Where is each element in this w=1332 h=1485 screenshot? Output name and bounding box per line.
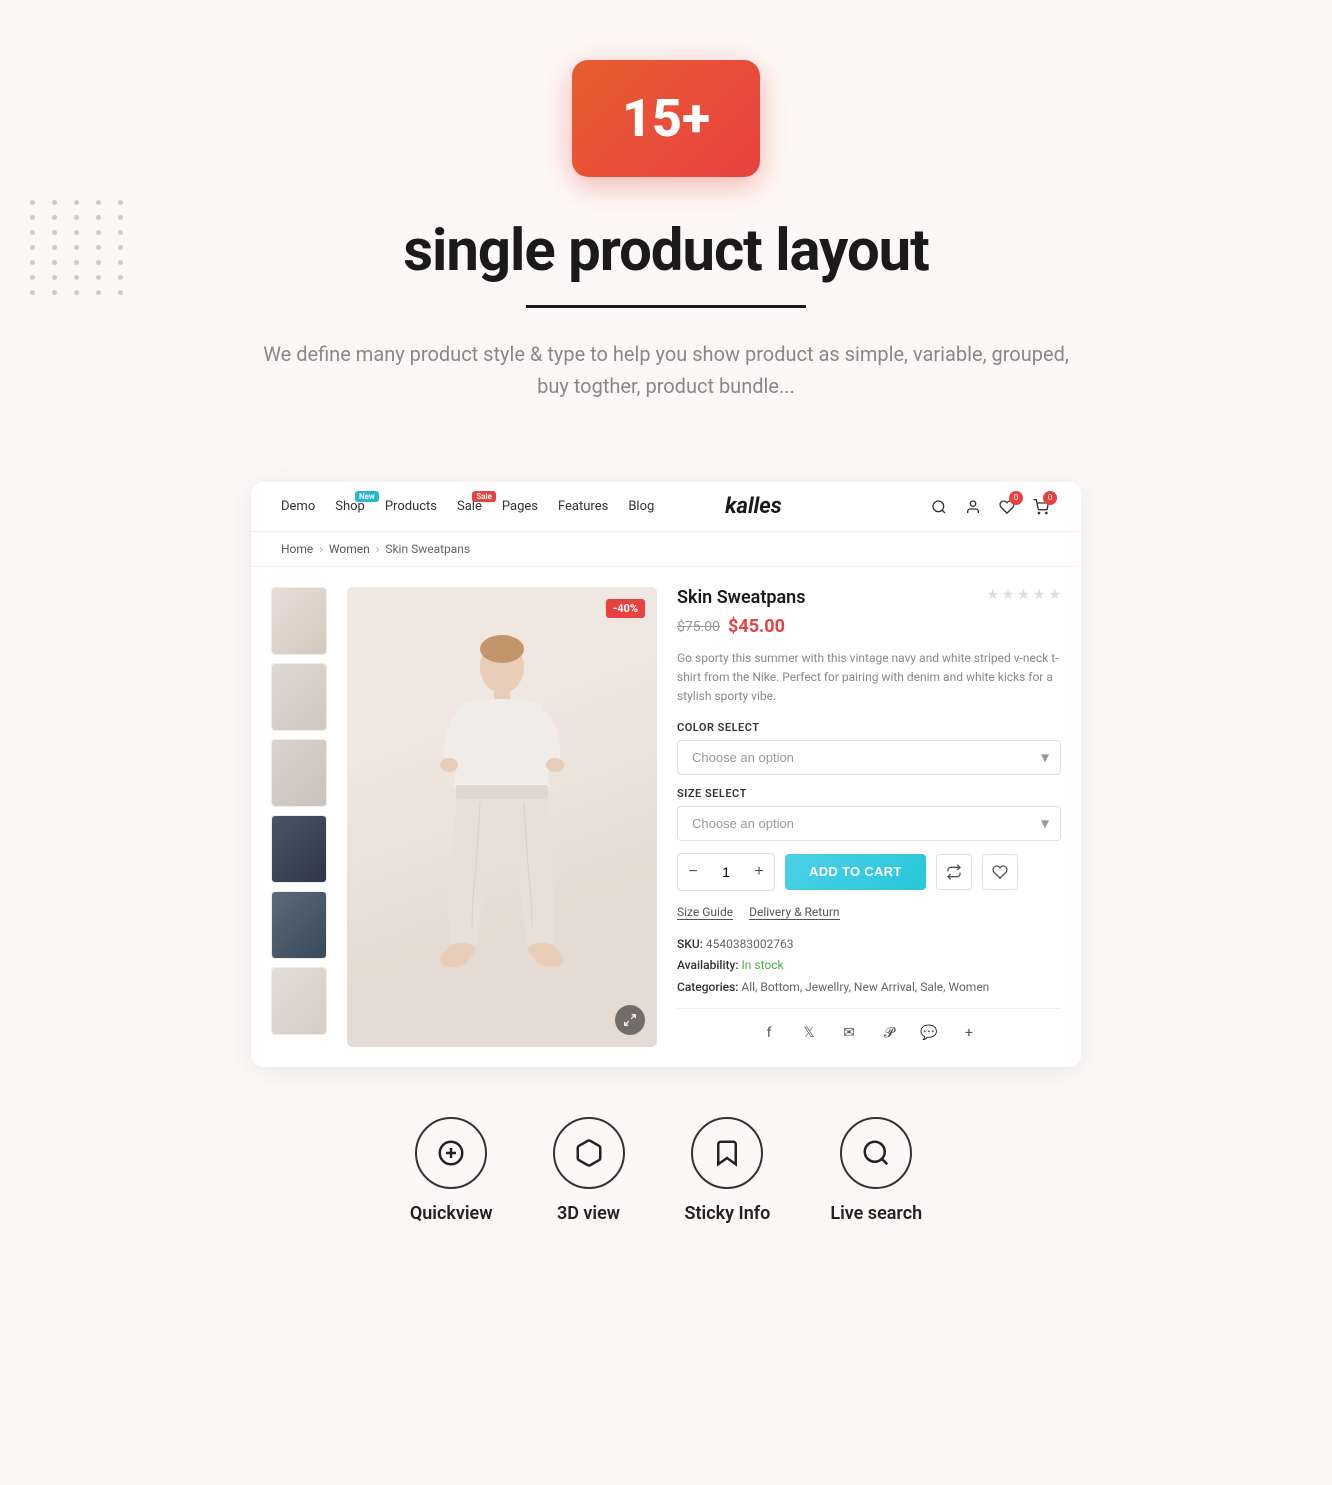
color-select[interactable]: Choose an option [677,740,1061,775]
categories-label: Categories: [677,980,738,994]
messenger-share[interactable]: 💬 [915,1019,943,1047]
availability-row: Availability: In stock [677,955,1061,977]
add-to-cart-button[interactable]: ADD TO CART [785,854,926,890]
hero-section: 15+ single product layout We define many… [0,0,1332,442]
sale-badge: Sale [472,491,496,502]
size-select-label: SIZE SELECT [677,787,1061,800]
nav-demo[interactable]: Demo [281,499,315,514]
sale-price: $45.00 [728,616,785,637]
email-share[interactable]: ✉ [835,1019,863,1047]
title-underline [526,305,806,308]
breadcrumb-sep-2: › [376,542,380,556]
wishlist-count: 0 [1009,491,1023,505]
thumbnail-2[interactable] [271,663,327,731]
product-meta: SKU: 4540383002763 Availability: In stoc… [677,934,1061,999]
quantity-control: − 1 + [677,853,775,891]
breadcrumb-home[interactable]: Home [281,542,313,556]
quickview-label: Quickview [410,1203,493,1224]
product-info-panel: Skin Sweatpans ★★★★★ $75.00 $45.00 Go sp… [677,587,1061,1047]
quantity-input[interactable]: 1 [708,864,744,880]
more-share[interactable]: + [955,1019,983,1047]
thumbnail-5[interactable] [271,891,327,959]
breadcrumb-sep-1: › [319,542,323,556]
categories-value: All, Bottom, Jewellry, New Arrival, Sale… [741,980,989,994]
3d-view-label: 3D view [557,1203,620,1224]
breadcrumb: Home › Women › Skin Sweatpans [251,532,1081,567]
nav-sale[interactable]: Sale Sale [457,499,482,514]
nav-products[interactable]: Products [385,499,437,514]
color-select-label: COLOR SELECT [677,721,1061,734]
product-thumbnails [271,587,327,1047]
product-image [347,587,657,1047]
quickview-icon[interactable] [415,1117,487,1189]
live-search-icon[interactable] [840,1117,912,1189]
facebook-share[interactable]: f [755,1019,783,1047]
feature-3d-view: 3D view [553,1117,625,1224]
nav-icons-group: 0 0 [853,497,1051,517]
account-icon[interactable] [963,497,983,517]
product-meta-links: Size Guide Delivery & Return [677,905,1061,920]
breadcrumb-current: Skin Sweatpans [385,542,470,556]
twitter-share[interactable]: 𝕏 [795,1019,823,1047]
delivery-return-link[interactable]: Delivery & Return [749,905,839,920]
wishlist-icon[interactable]: 0 [997,497,1017,517]
thumbnail-6[interactable] [271,967,327,1035]
breadcrumb-women[interactable]: Women [329,542,370,556]
size-guide-link[interactable]: Size Guide [677,905,733,920]
product-description: Go sporty this summer with this vintage … [677,649,1061,707]
sticky-info-label: Sticky Info [685,1203,771,1224]
sku-label: SKU: [677,937,703,951]
3d-view-icon[interactable] [553,1117,625,1189]
cart-icon[interactable]: 0 [1031,497,1051,517]
availability-label: Availability: [677,958,739,972]
thumbnail-3[interactable] [271,739,327,807]
product-main-image: -40% [347,587,657,1047]
feature-sticky-info: Sticky Info [685,1117,771,1224]
categories-row: Categories: All, Bottom, Jewellry, New A… [677,977,1061,999]
thumbnail-4[interactable] [271,815,327,883]
cart-actions: − 1 + ADD TO CART [677,853,1061,891]
pinterest-share[interactable]: 𝓟 [875,1019,903,1047]
search-icon[interactable] [929,497,949,517]
thumbnail-1[interactable] [271,587,327,655]
nav-blog[interactable]: Blog [628,499,654,514]
dots-decoration [30,200,130,295]
new-badge: New [355,491,379,502]
compare-button[interactable] [936,854,972,890]
size-select-wrap: Choose an option ▾ [677,806,1061,841]
demo-navbar: Demo Shop New Products Sale Sale Pages F… [251,482,1081,532]
product-rating: ★★★★★ [986,587,1061,603]
count-badge: 15+ [572,60,760,177]
nav-shop[interactable]: Shop New [335,499,365,514]
discount-badge: -40% [606,599,645,618]
product-demo-container: Demo Shop New Products Sale Sale Pages F… [251,482,1081,1067]
nav-pages[interactable]: Pages [502,499,538,514]
sku-row: SKU: 4540383002763 [677,934,1061,956]
original-price: $75.00 [677,619,720,635]
color-select-wrap: Choose an option ▾ [677,740,1061,775]
page-title: single product layout [20,217,1312,285]
product-price: $75.00 $45.00 [677,616,1061,637]
social-share: f 𝕏 ✉ 𝓟 💬 + [677,1008,1061,1047]
wishlist-button[interactable] [982,854,1018,890]
feature-live-search: Live search [830,1117,922,1224]
features-section: Quickview 3D view Sticky Info Live searc… [0,1067,1332,1284]
product-layout: -40% [251,567,1081,1067]
nav-links: Demo Shop New Products Sale Sale Pages F… [281,499,654,514]
cart-count: 0 [1043,491,1057,505]
sku-value: 4540383002763 [706,937,794,951]
quantity-increase[interactable]: + [744,854,774,890]
feature-quickview: Quickview [410,1117,493,1224]
hero-description: We define many product style & type to h… [256,338,1076,402]
availability-value: In stock [742,958,784,972]
nav-features[interactable]: Features [558,499,608,514]
size-select[interactable]: Choose an option [677,806,1061,841]
sticky-info-icon[interactable] [691,1117,763,1189]
live-search-label: Live search [830,1203,922,1224]
quantity-decrease[interactable]: − [678,854,708,890]
site-logo: kalles [654,494,852,519]
